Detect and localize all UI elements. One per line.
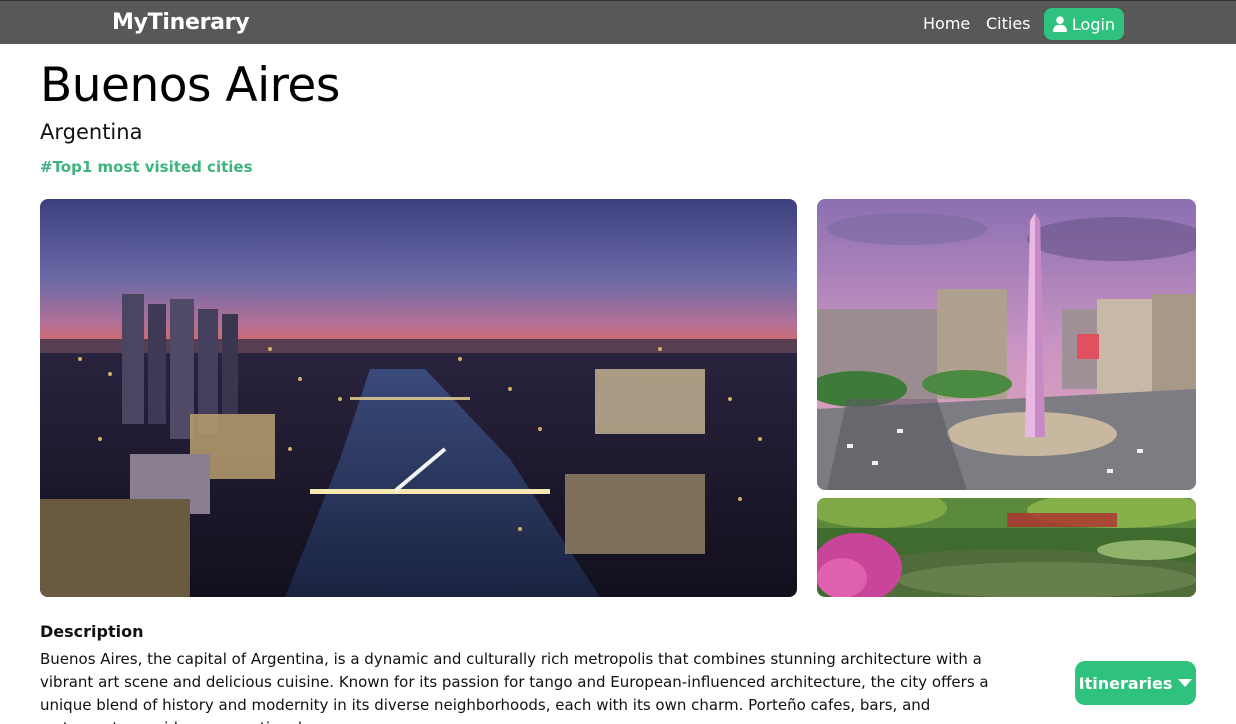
login-label: Login xyxy=(1071,14,1116,34)
itineraries-button[interactable]: Itineraries xyxy=(1075,661,1196,705)
city-tagline: #Top1 most visited cities xyxy=(40,158,253,176)
description-heading: Description xyxy=(40,622,144,641)
city-title: Buenos Aires xyxy=(40,58,340,113)
brand-logo[interactable]: MyTinerary xyxy=(112,10,250,35)
country-name: Argentina xyxy=(40,120,143,144)
login-button[interactable]: Login xyxy=(1044,8,1124,40)
nav-link-home[interactable]: Home xyxy=(923,14,970,33)
user-icon xyxy=(1052,16,1067,32)
description-text: Buenos Aires, the capital of Argentina, … xyxy=(40,650,989,724)
navbar: MyTinerary Home Cities Login xyxy=(0,0,1236,44)
nav-link-cities[interactable]: Cities xyxy=(986,14,1031,33)
japanese-garden-photo xyxy=(817,498,1196,597)
obelisk-photo xyxy=(817,199,1196,490)
itineraries-label: Itineraries xyxy=(1078,673,1173,693)
caret-down-icon xyxy=(1178,679,1193,687)
city-night-aerial-photo xyxy=(40,199,797,597)
